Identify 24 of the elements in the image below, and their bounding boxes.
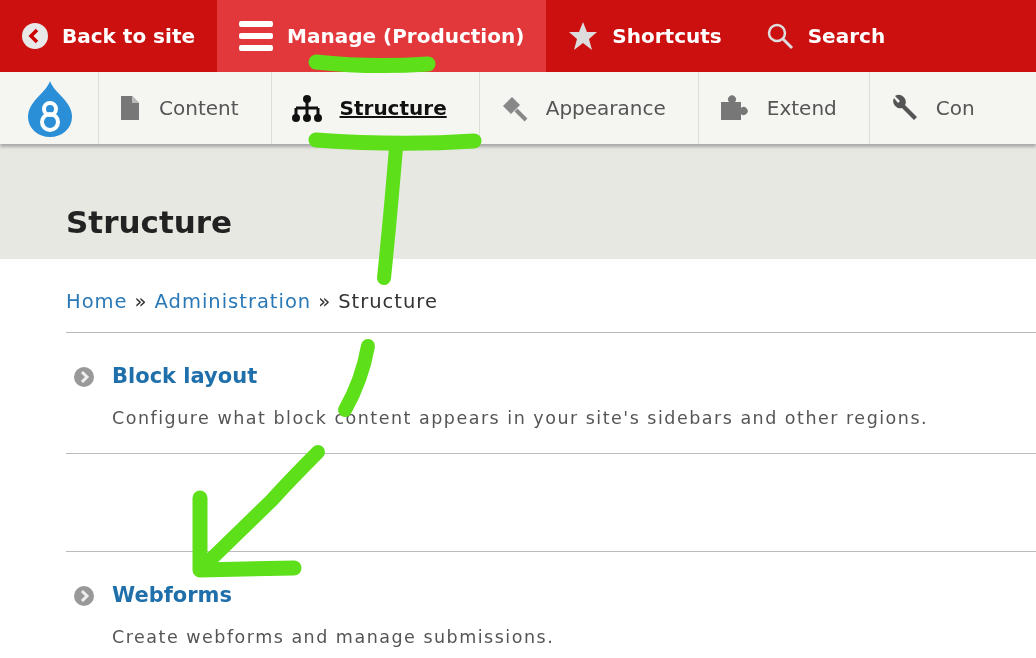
toolbar-tab[interactable]: Manage (Production) <box>217 0 547 72</box>
document-icon <box>119 95 141 121</box>
section-link[interactable]: Block layout <box>112 361 258 393</box>
back-icon <box>22 23 48 49</box>
chevron-circle-icon <box>74 585 94 606</box>
search-icon <box>765 22 794 50</box>
breadcrumb-separator: » <box>318 289 332 315</box>
breadcrumb-link[interactable]: Administration <box>154 287 312 317</box>
section-description: Configure what block content appears in your site's sidebars and other regions. <box>112 406 930 430</box>
section-description: Create webforms and manage submissions. <box>112 625 556 649</box>
star-icon <box>568 21 599 51</box>
chevron-circle-icon <box>74 367 94 387</box>
toolbar-tab[interactable]: Shortcuts <box>546 0 744 72</box>
menu-icon <box>239 20 273 52</box>
breadcrumb-separator: » <box>134 289 148 315</box>
puzzle-icon <box>718 94 749 122</box>
menu-tab[interactable]: Structure <box>270 72 479 144</box>
toolbar-tab[interactable]: Search <box>743 0 908 72</box>
section-link[interactable]: Webforms <box>112 580 232 612</box>
toolbar-tab[interactable]: Back to site <box>0 0 217 72</box>
hierarchy-icon <box>291 94 322 122</box>
page-title: Structure <box>66 203 233 241</box>
breadcrumb-current: Structure <box>338 289 438 315</box>
breadcrumb-link[interactable]: Home <box>66 287 128 317</box>
